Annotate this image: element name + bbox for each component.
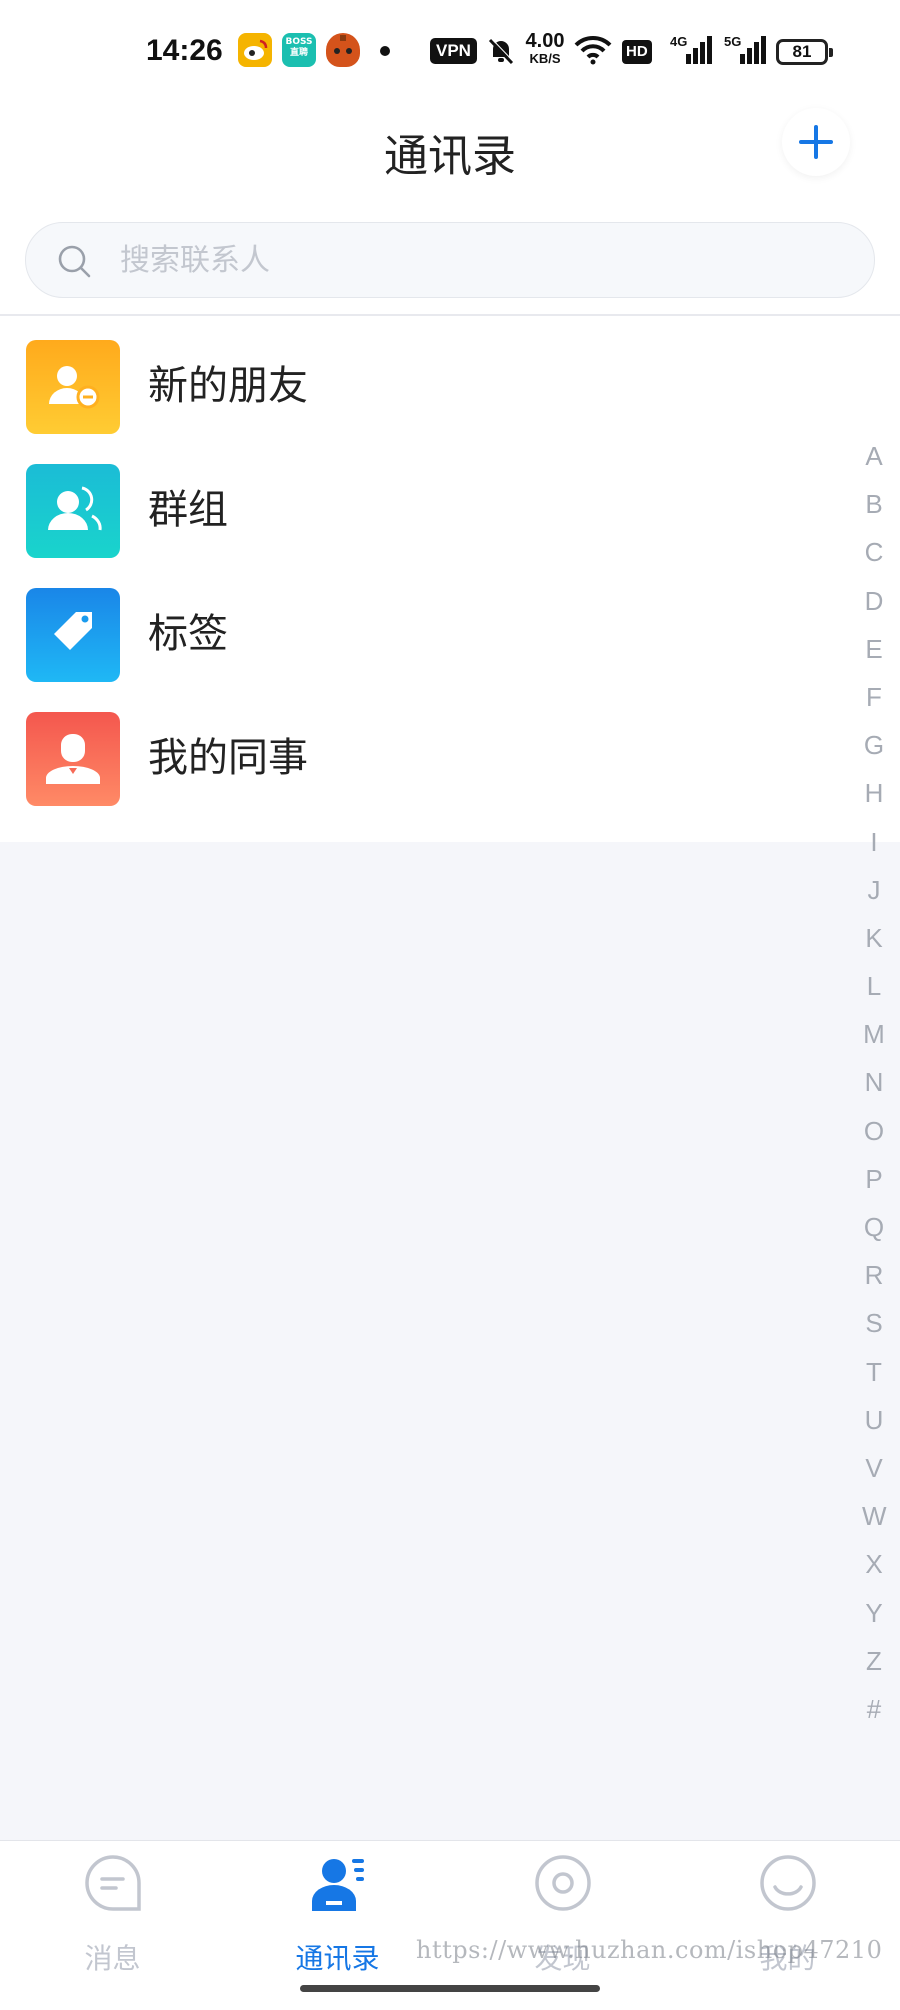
signal-5g-label: 5G [724,34,741,49]
entry-label: 我的同事 [148,735,308,781]
index-letter[interactable]: B [862,480,886,528]
index-letter[interactable]: Q [862,1203,886,1251]
index-letter[interactable]: S [862,1299,886,1347]
signal-4g-icon: 4G [670,34,712,66]
network-speed-unit: KB/S [529,51,561,66]
index-letter[interactable]: M [862,1010,886,1058]
weibo-app-icon [238,33,272,67]
add-contact-button[interactable] [782,108,850,176]
index-letter[interactable]: C [862,528,886,576]
tag-icon [26,588,120,682]
vpn-badge: VPN [430,38,477,64]
index-letter[interactable]: G [862,721,886,769]
search-icon [54,241,94,281]
entry-new-friends[interactable]: 新的朋友 [0,324,860,448]
page-title: 通讯录 [384,131,516,182]
entry-label: 标签 [148,611,228,657]
entry-tags[interactable]: 标签 [0,572,860,696]
watermark-text: https://www.huzhan.com/ishop47210 [416,1936,883,1964]
message-icon [83,1853,143,1913]
index-letter[interactable]: K [862,914,886,962]
entry-label: 新的朋友 [148,363,308,409]
entry-label: 群组 [148,487,228,533]
index-letter[interactable]: Y [862,1589,886,1637]
hd-badge: HD [622,40,652,64]
status-time: 14:26 [146,34,223,67]
index-letter[interactable]: X [862,1540,886,1588]
index-letter[interactable]: # [862,1685,886,1733]
contact-entry-list: 新的朋友 群组 标签 我的同事 [0,316,900,842]
entry-groups[interactable]: 群组 [0,448,860,572]
entry-colleagues[interactable]: 我的同事 [0,696,860,820]
colleague-icon [26,712,120,806]
index-letter[interactable]: N [862,1058,886,1106]
index-letter[interactable]: Z [862,1637,886,1685]
index-letter[interactable]: T [862,1348,886,1396]
index-letter[interactable]: H [862,769,886,817]
group-icon [26,464,120,558]
discover-icon [533,1853,593,1913]
index-letter[interactable]: J [862,866,886,914]
index-letter[interactable]: W [862,1492,887,1540]
index-letter[interactable]: P [862,1155,886,1203]
index-letter[interactable]: O [862,1107,886,1155]
index-letter[interactable]: I [862,818,886,866]
network-speed-value: 4.00 [525,30,565,52]
wifi-icon [574,34,612,66]
profile-icon [758,1853,818,1913]
header: 通讯录 [0,100,900,210]
home-indicator[interactable] [300,1985,600,1992]
status-bar: 14:26 BOSS 直聘 VPN 4.00 KB/S HD 4G 5G 81 [0,0,900,100]
tab-messages[interactable]: 消息 [0,1841,225,1981]
boss-app-icon: BOSS 直聘 [282,33,316,67]
contacts-icon [308,1853,368,1913]
index-letter[interactable]: L [862,962,886,1010]
index-letter[interactable]: R [862,1251,886,1299]
search-input[interactable]: 搜索联系人 [25,222,875,298]
network-speed: 4.00 KB/S [522,30,568,66]
alphabet-index[interactable]: A B C D E F G H I J K L M N O P Q R S T … [862,432,887,1733]
new-friend-icon [26,340,120,434]
signal-4g-label: 4G [670,34,687,49]
boss-badge-text: BOSS 直聘 [285,37,313,58]
index-letter[interactable]: V [862,1444,886,1492]
tab-label: 消息 [84,1942,141,1975]
index-letter[interactable]: A [862,432,886,480]
index-letter[interactable]: U [862,1396,886,1444]
notification-dot-icon [380,46,390,56]
search-placeholder: 搜索联系人 [120,243,270,278]
index-letter[interactable]: D [862,577,886,625]
ball-app-icon [326,33,360,67]
index-letter[interactable]: F [862,673,886,721]
index-letter[interactable]: E [862,625,886,673]
bell-muted-icon [486,36,516,66]
search-bar: 搜索联系人 [0,210,900,316]
battery-icon: 81 [776,39,833,65]
signal-5g-icon: 5G [724,34,766,66]
